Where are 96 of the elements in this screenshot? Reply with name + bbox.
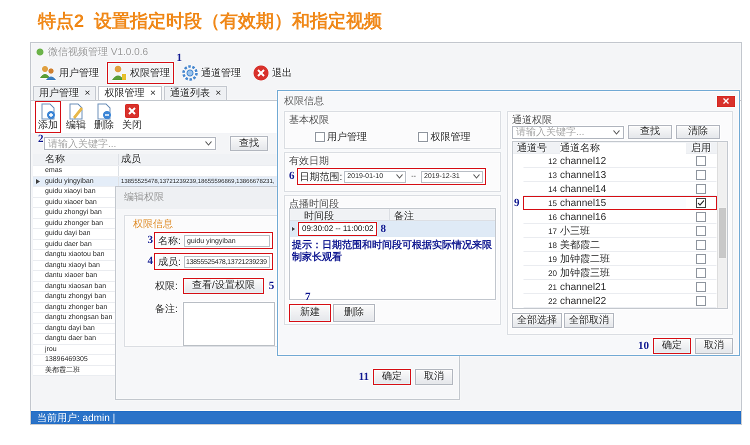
row-pointer-icon [36, 178, 40, 184]
table-cell-text: 13 [547, 170, 558, 180]
tab[interactable]: 用户管理 × [33, 86, 96, 100]
dialog-title: 权限信息 [284, 94, 324, 108]
users-icon [40, 65, 56, 81]
checkbox-label: 权限管理 [430, 130, 470, 144]
column-header: 启用 [690, 142, 712, 155]
callout-number: 2 [38, 134, 44, 145]
checkbox-label: 用户管理 [326, 130, 367, 144]
group-title: 基本权限 [289, 114, 329, 127]
table-cell: 09:30:02 -- 11:00:02 [298, 222, 378, 236]
table-cell-text: 21 [547, 282, 558, 292]
checkbox[interactable] [696, 296, 706, 306]
row-pointer-icon [292, 227, 295, 231]
action-button[interactable]: 关闭 [119, 101, 145, 133]
action-button[interactable]: 删除 [91, 101, 117, 133]
column-header: 成员 [120, 154, 141, 165]
field-label: 日期范围: [300, 170, 342, 184]
checkbox[interactable] [696, 170, 706, 180]
page-heading: 特点2 设置指定时段（有效期）和指定视频 [38, 10, 382, 33]
status-text: 当前用户: admin | [37, 412, 116, 424]
callout-number: 10 [638, 340, 649, 352]
callout-number: 3 [146, 235, 153, 246]
group-title: 有效日期 [289, 154, 329, 168]
window-title: 微信视频管理 V1.0.0.6 [48, 46, 148, 58]
field-label: 备注: [155, 302, 179, 316]
table-cell-text: 15 [547, 198, 558, 208]
select-button[interactable]: 全部选择 [512, 313, 562, 328]
note-field[interactable] [183, 302, 275, 346]
callout-number: 9 [514, 198, 520, 209]
field-label: 名称: [158, 234, 182, 248]
gear-icon [182, 65, 198, 81]
callout-number: 7 [305, 292, 310, 303]
close-icon [253, 65, 269, 81]
close-button[interactable] [717, 96, 735, 106]
hint-text: 提示：日期范围和时间段可根据实际情况来限制家长观看 [290, 240, 493, 264]
caret-icon [205, 141, 212, 146]
app-icon [36, 48, 44, 56]
group-title: 通道权限 [512, 114, 552, 126]
column-header: 通道号 [516, 142, 548, 155]
checkbox[interactable] [314, 132, 325, 142]
column-header: 时间段 [290, 209, 390, 220]
checkbox[interactable] [696, 184, 706, 194]
callout-number: 6 [289, 171, 294, 182]
field-label: 权限: [155, 280, 179, 293]
caret-icon [613, 130, 620, 134]
callout-number: 4 [146, 256, 153, 267]
caret-icon [472, 174, 480, 179]
group-title: 权限信息 [133, 218, 173, 231]
group-title: 点播时间段 [289, 198, 339, 210]
toolbar-button[interactable]: 用户管理 [36, 62, 103, 84]
checkbox[interactable] [418, 132, 428, 142]
toolbar-button[interactable]: 清除 [676, 125, 720, 139]
caret-icon [396, 174, 404, 179]
checkbox[interactable] [696, 254, 706, 264]
period-button[interactable]: 删除 [333, 304, 375, 322]
checkbox[interactable] [696, 226, 706, 236]
table-cell-text: 16 [547, 212, 558, 222]
checkbox[interactable] [696, 268, 706, 278]
column-header: 备注 [393, 210, 414, 220]
tab[interactable]: 通道列表 × [164, 86, 228, 100]
table-cell-text: 12 [547, 156, 558, 166]
table-cell-text: 14 [547, 184, 558, 194]
checkbox[interactable] [696, 198, 706, 208]
action-button[interactable]: 编辑 [63, 101, 89, 133]
close-icon [723, 98, 729, 104]
table-cell-text: 20 [547, 268, 558, 278]
scrollbar[interactable] [717, 142, 727, 308]
column-header: 通道名称 [560, 142, 686, 154]
cancel-button[interactable]: 取消 [695, 338, 733, 354]
checkbox[interactable] [696, 282, 706, 292]
select-button[interactable]: 全部取消 [564, 313, 614, 328]
table-cell: channel15 [560, 198, 686, 208]
table-cell-text: 22 [547, 296, 558, 306]
toolbar-button[interactable]: 权限管理 [107, 62, 174, 84]
callout-number: 1 [176, 53, 182, 64]
callout-number: 5 [268, 280, 274, 292]
toolbar-button[interactable]: 查找 [628, 125, 672, 139]
column-header: 名称 [43, 154, 119, 165]
tab[interactable]: 权限管理 × [98, 86, 162, 100]
action-button[interactable]: 添加 [35, 101, 61, 133]
field-label: 成员: [158, 256, 182, 268]
callout-number: 8 [380, 224, 386, 234]
period-button[interactable]: 新建 [289, 304, 331, 322]
table-cell-text: 18 [547, 240, 558, 250]
table-cell-text: 19 [547, 254, 558, 264]
user-icon [111, 65, 127, 81]
checkbox[interactable] [696, 240, 706, 250]
callout-number: 11 [358, 372, 369, 382]
checkbox[interactable] [696, 156, 706, 166]
toolbar-button[interactable]: 通道管理 [178, 62, 245, 84]
table-cell-text: 17 [547, 226, 558, 236]
checkbox[interactable] [696, 212, 706, 222]
cancel-button[interactable]: 取消 [415, 369, 453, 385]
search-button[interactable]: 查找 [230, 136, 268, 151]
toolbar-button[interactable]: 退出 [249, 62, 296, 84]
